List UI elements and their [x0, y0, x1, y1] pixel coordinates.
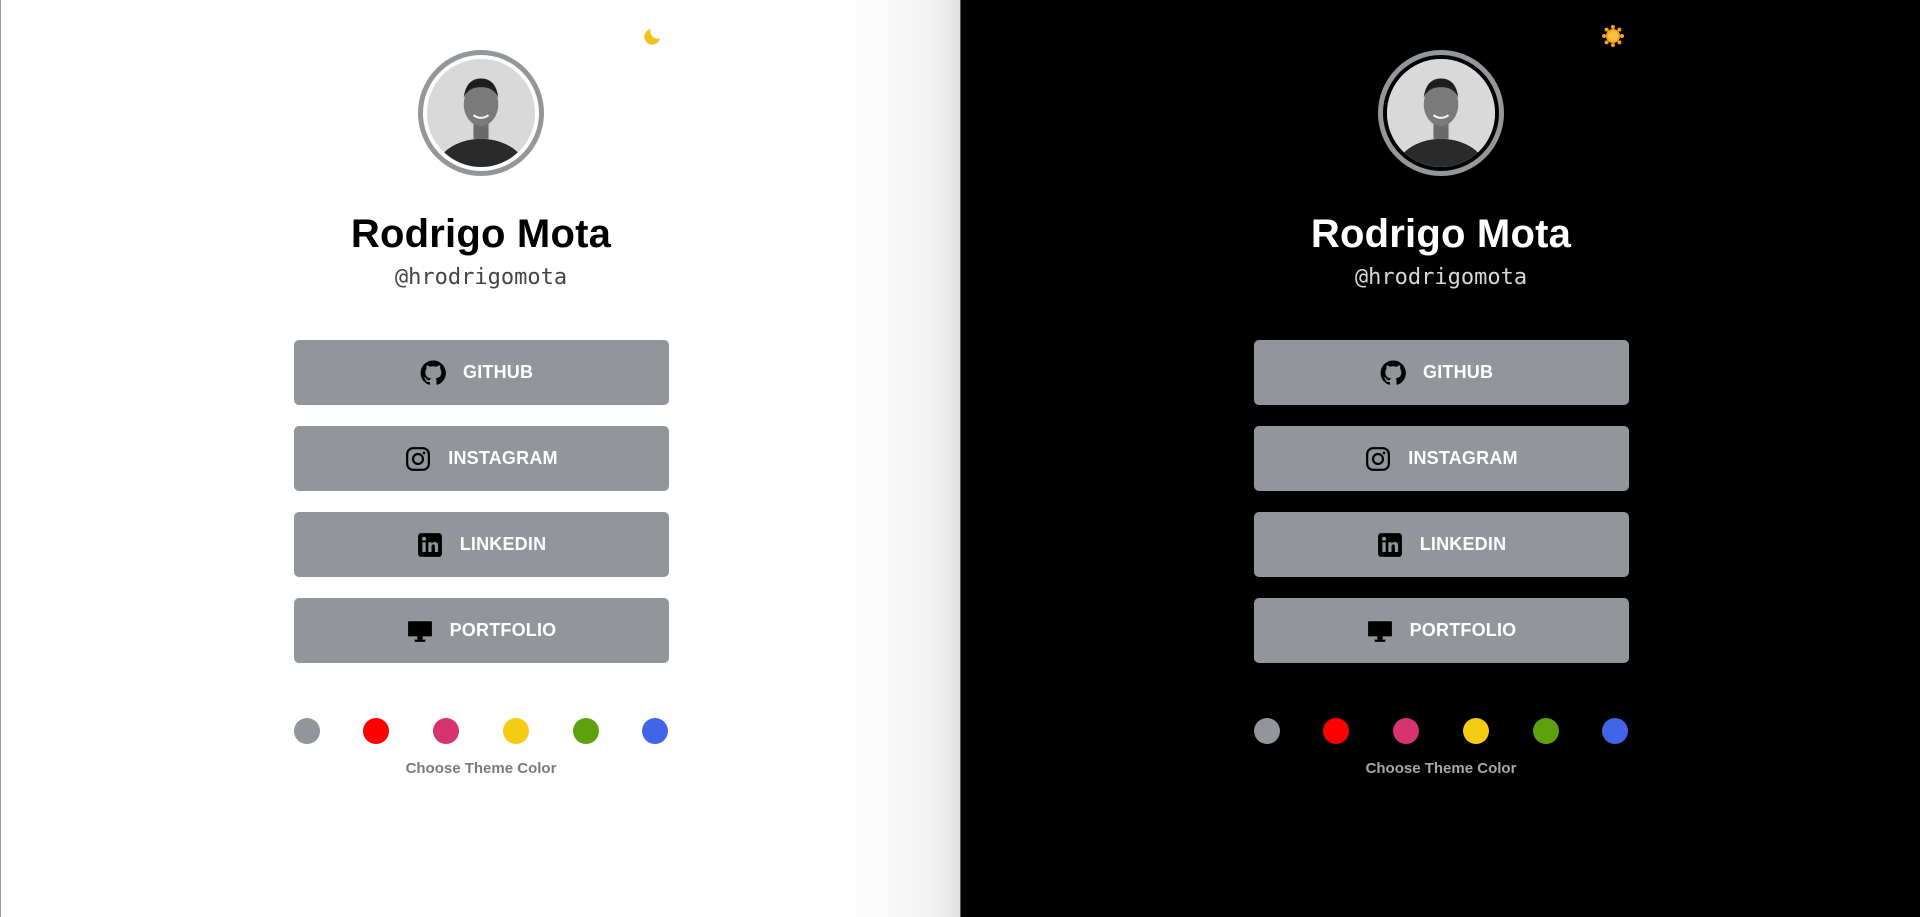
profile-handle: @hrodrigomota	[1354, 265, 1528, 290]
instagram-icon	[1364, 445, 1392, 473]
portfolio-link-label: PORTFOLIO	[449, 620, 557, 640]
theme-color-blue[interactable]	[1602, 718, 1629, 744]
theme-color-yellow[interactable]	[1462, 718, 1489, 744]
theme-color-pink[interactable]	[1393, 718, 1420, 744]
github-link-label: GITHUB	[1423, 362, 1494, 382]
link-list: GITHUB INSTAGRAM LINKEDIN PORTFOLIO	[1253, 340, 1629, 663]
portfolio-link-button[interactable]: PORTFOLIO	[1253, 598, 1629, 663]
linkedin-icon	[1376, 531, 1404, 559]
profile-handle: @hrodrigomota	[394, 265, 568, 290]
instagram-link-button[interactable]: INSTAGRAM	[293, 426, 669, 491]
monitor-icon	[406, 617, 434, 645]
theme-color-green[interactable]	[572, 718, 599, 744]
linkedin-link-button[interactable]: LINKEDIN	[293, 512, 669, 577]
split-screen: Rodrigo Mota @hrodrigomota GITHUB INSTAG…	[0, 0, 1920, 917]
profile-name: Rodrigo Mota	[1310, 212, 1572, 256]
github-link-button[interactable]: GITHUB	[1253, 340, 1629, 405]
avatar-ring	[418, 50, 544, 176]
theme-color-pink[interactable]	[433, 718, 460, 744]
linkedin-icon	[416, 531, 444, 559]
instagram-link-label: INSTAGRAM	[1408, 448, 1518, 468]
theme-color-red[interactable]	[1323, 718, 1350, 744]
profile-name: Rodrigo Mota	[350, 212, 612, 256]
monitor-icon	[1366, 617, 1394, 645]
theme-color-gray[interactable]	[1253, 718, 1280, 744]
theme-color-green[interactable]	[1532, 718, 1559, 744]
avatar	[1387, 59, 1495, 167]
light-theme-panel: Rodrigo Mota @hrodrigomota GITHUB INSTAG…	[0, 0, 960, 917]
theme-color-gray[interactable]	[293, 718, 320, 744]
github-link-label: GITHUB	[463, 362, 534, 382]
linkedin-link-label: LINKEDIN	[1419, 534, 1507, 554]
github-icon	[419, 359, 447, 387]
linkedin-link-button[interactable]: LINKEDIN	[1253, 512, 1629, 577]
theme-color-caption: Choose Theme Color	[1365, 760, 1517, 777]
link-list: GITHUB INSTAGRAM LINKEDIN PORTFOLIO	[293, 340, 669, 663]
theme-color-blue[interactable]	[642, 718, 669, 744]
instagram-link-label: INSTAGRAM	[448, 448, 558, 468]
theme-color-picker	[1253, 718, 1629, 744]
linkedin-link-label: LINKEDIN	[459, 534, 547, 554]
theme-color-caption: Choose Theme Color	[405, 760, 557, 777]
github-icon	[1379, 359, 1407, 387]
avatar	[427, 59, 535, 167]
portfolio-link-button[interactable]: PORTFOLIO	[293, 598, 669, 663]
theme-color-yellow[interactable]	[502, 718, 529, 744]
theme-color-picker	[293, 718, 669, 744]
profile-card: Rodrigo Mota @hrodrigomota GITHUB INSTAG…	[1, 0, 961, 777]
profile-card: Rodrigo Mota @hrodrigomota GITHUB INSTAG…	[961, 0, 1920, 777]
theme-color-red[interactable]	[363, 718, 390, 744]
dark-theme-panel: Rodrigo Mota @hrodrigomota GITHUB INSTAG…	[960, 0, 1920, 917]
github-link-button[interactable]: GITHUB	[293, 340, 669, 405]
avatar-ring	[1378, 50, 1504, 176]
portfolio-link-label: PORTFOLIO	[1409, 620, 1517, 640]
instagram-link-button[interactable]: INSTAGRAM	[1253, 426, 1629, 491]
instagram-icon	[404, 445, 432, 473]
